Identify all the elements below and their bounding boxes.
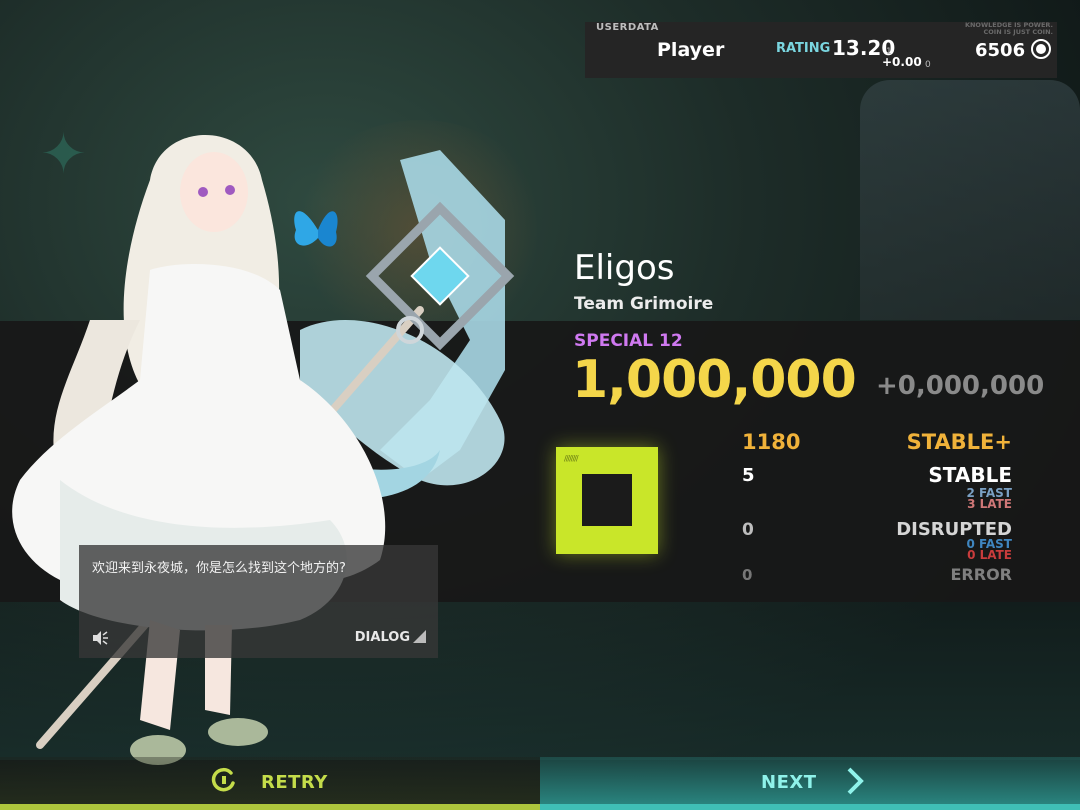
stable-count: 5 [742, 465, 755, 486]
difficulty-label: SPECIAL 12 [574, 331, 683, 351]
disrupted-late: 0 LATE [967, 548, 1012, 562]
motto-line-2: COIN IS JUST COIN. [983, 28, 1053, 36]
dialog-button[interactable]: DIALOG [355, 630, 426, 645]
score-delta: +0,000,000 [876, 371, 1045, 401]
stable-label: STABLE [928, 463, 1012, 487]
next-label: NEXT [761, 772, 817, 793]
retry-button[interactable]: RETRY [0, 757, 540, 810]
userdata-panel: USERDATA Player RATING 13.20 1 +0.00 0 K… [585, 22, 1057, 78]
dialog-button-label: DIALOG [354, 630, 410, 645]
song-artist: Team Grimoire [574, 294, 714, 314]
grade-icon: //////// [556, 447, 658, 554]
character-illustration [12, 135, 515, 765]
coin-icon [1031, 39, 1051, 59]
disrupted-fast-late: 0 FAST 0 LATE [967, 538, 1012, 562]
retry-label: RETRY [261, 772, 328, 793]
song-title: Eligos [574, 248, 675, 288]
background-castle [860, 80, 1080, 320]
dialog-text: 欢迎来到永夜城，你是怎么找到这个地方的? [92, 561, 346, 576]
stable-late: 3 LATE [967, 497, 1012, 511]
retry-icon [211, 767, 235, 792]
player-name[interactable]: Player [657, 39, 724, 61]
butterfly-icon [294, 211, 338, 247]
stable-plus-label: STABLE+ [906, 430, 1012, 454]
score: 1,000,000 [572, 350, 857, 410]
rating-delta: +0.00 [882, 55, 922, 69]
chevron-right-icon [847, 767, 864, 795]
rating-delta-sub: 0 [925, 60, 931, 70]
stable-fast-late: 2 FAST 3 LATE [967, 487, 1012, 511]
coin-count: 6506 [975, 40, 1026, 61]
userdata-label: USERDATA [596, 22, 659, 33]
error-count: 0 [742, 566, 753, 584]
rating-label: RATING [776, 41, 831, 56]
stable-plus-count: 1180 [742, 430, 801, 454]
grade-stripe: //////// [564, 454, 579, 463]
motto: KNOWLEDGE IS POWER. COIN IS JUST COIN. [965, 22, 1053, 36]
next-button[interactable]: NEXT [540, 757, 1080, 810]
disrupted-count: 0 [742, 520, 754, 540]
dialog-box[interactable]: 欢迎来到永夜城，你是怎么找到这个地方的? DIALOG [79, 545, 438, 658]
speaker-icon[interactable] [91, 629, 109, 647]
grade-icon-center [582, 474, 632, 526]
corner-triangle-icon [413, 630, 426, 643]
error-label: ERROR [950, 565, 1013, 584]
